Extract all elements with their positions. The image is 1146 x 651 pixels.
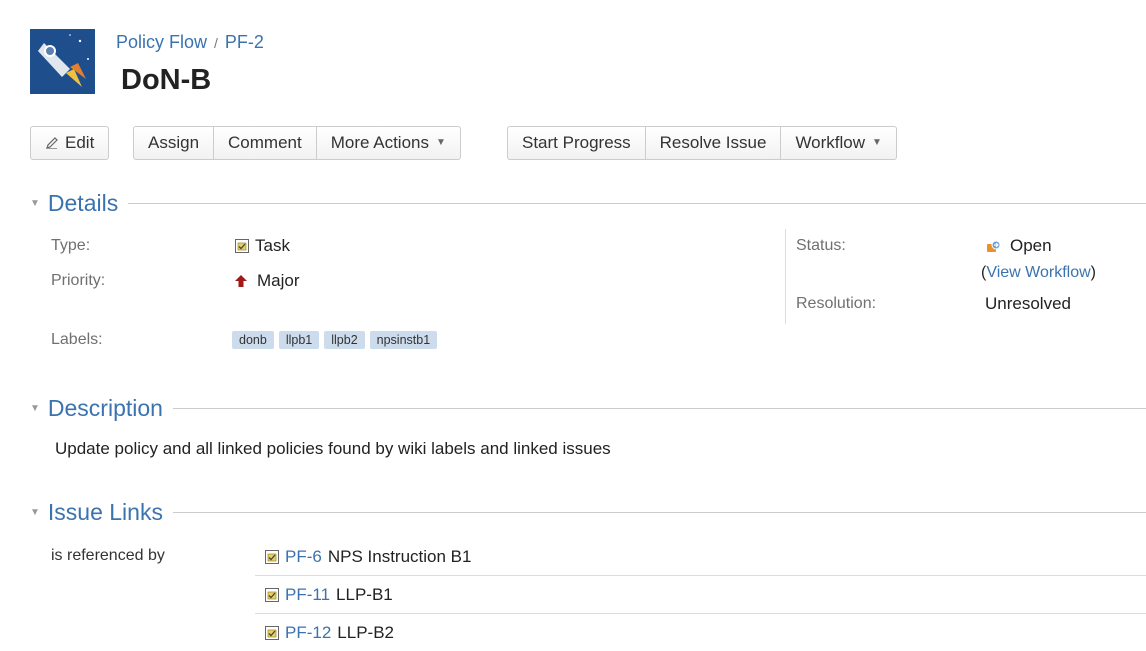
priority-label: Priority: — [51, 272, 106, 289]
resolve-issue-button-label: Resolve Issue — [659, 133, 767, 152]
collapse-triangle-icon[interactable]: ▼ — [30, 507, 40, 518]
resolution-value-text: Unresolved — [985, 294, 1071, 313]
issue-link-summary: NPS Instruction B1 — [327, 546, 472, 566]
task-icon — [265, 549, 279, 564]
section-divider — [172, 511, 1146, 513]
workflow-button[interactable]: Workflow ▼ — [781, 127, 896, 159]
project-avatar[interactable] — [30, 29, 95, 94]
details-section-header[interactable]: ▼ Details — [30, 190, 1146, 216]
chevron-down-icon: ▼ — [435, 137, 446, 148]
label-tag[interactable]: donb — [232, 331, 274, 349]
start-progress-button[interactable]: Start Progress — [508, 127, 646, 159]
task-icon — [265, 625, 279, 640]
type-label: Type: — [51, 237, 91, 254]
status-value-text: Open — [1010, 236, 1052, 255]
edit-button-label: Edit — [65, 133, 95, 152]
details-column-divider — [785, 229, 786, 324]
view-workflow-link[interactable]: View Workflow — [986, 264, 1090, 282]
assign-button-label: Assign — [148, 133, 200, 152]
issue-title: DoN-B — [121, 64, 212, 96]
section-divider — [128, 202, 1146, 204]
labels-list: donb llpb1 llpb2 npsinstb1 — [232, 331, 438, 349]
status-value: Open — [985, 236, 1052, 256]
collapse-triangle-icon[interactable]: ▼ — [30, 198, 40, 209]
issue-link-key[interactable]: PF-6 — [285, 547, 322, 567]
label-tag[interactable]: npsinstb1 — [369, 331, 438, 349]
details-heading: Details — [47, 189, 119, 216]
start-progress-button-label: Start Progress — [522, 133, 631, 152]
issue-link-key[interactable]: PF-12 — [285, 623, 331, 643]
resolution-value: Unresolved — [985, 294, 1071, 314]
issue-link-row: PF-12 LLP-B2 — [255, 614, 1146, 651]
issue-link-key[interactable]: PF-11 — [285, 585, 330, 605]
workflow-button-group: Start Progress Resolve Issue Workflow ▼ — [507, 126, 897, 160]
status-label: Status: — [796, 237, 846, 254]
edit-button[interactable]: Edit — [31, 127, 108, 159]
issue-link-row: PF-11 LLP-B1 — [255, 576, 1146, 614]
breadcrumb-separator: / — [214, 35, 218, 51]
priority-value: Major — [234, 271, 300, 291]
priority-value-text: Major — [257, 271, 300, 290]
breadcrumb-project-link[interactable]: Policy Flow — [116, 32, 207, 52]
status-open-icon — [987, 240, 1001, 252]
issue-links-heading: Issue Links — [47, 498, 163, 525]
label-tag[interactable]: llpb1 — [278, 331, 320, 349]
description-heading: Description — [47, 394, 163, 421]
description-section-header[interactable]: ▼ Description — [30, 395, 1146, 421]
type-value-text: Task — [255, 236, 290, 255]
comment-button[interactable]: Comment — [214, 127, 317, 159]
resolve-issue-button[interactable]: Resolve Issue — [646, 127, 782, 159]
more-actions-button-label: More Actions — [330, 133, 429, 152]
section-divider — [172, 407, 1146, 409]
breadcrumb-issue-link[interactable]: PF-2 — [225, 32, 264, 52]
task-icon — [235, 239, 249, 253]
workflow-button-label: Workflow — [795, 133, 866, 152]
type-value: Task — [234, 236, 290, 256]
edit-button-group: Edit — [30, 126, 110, 160]
chevron-down-icon: ▼ — [872, 137, 882, 148]
issue-links-list: PF-6 NPS Instruction B1 PF-11 LLP-B1 PF-… — [255, 538, 1146, 651]
pencil-icon — [46, 137, 58, 149]
more-actions-button[interactable]: More Actions ▼ — [317, 127, 460, 159]
comment-button-label: Comment — [228, 133, 302, 152]
priority-major-icon — [235, 275, 247, 287]
labels-label: Labels: — [51, 331, 103, 348]
breadcrumb: Policy Flow / PF-2 — [116, 32, 264, 53]
issue-links-section-header[interactable]: ▼ Issue Links — [30, 499, 1146, 525]
rocket-avatar-icon — [30, 29, 95, 94]
resolution-label: Resolution: — [796, 295, 877, 312]
link-relation-label: is referenced by — [51, 547, 165, 564]
action-button-group: Assign Comment More Actions ▼ — [133, 126, 461, 160]
task-icon — [265, 587, 279, 602]
view-workflow-paren-close: ) — [1090, 264, 1096, 281]
label-tag[interactable]: llpb2 — [324, 331, 365, 349]
view-workflow-wrapper: (View Workflow) — [981, 264, 1096, 282]
issue-link-row: PF-6 NPS Instruction B1 — [255, 538, 1146, 576]
description-text: Update policy and all linked policies fo… — [55, 439, 611, 458]
issue-link-summary: LLP-B2 — [337, 622, 394, 642]
assign-button[interactable]: Assign — [134, 127, 215, 159]
collapse-triangle-icon[interactable]: ▼ — [30, 403, 40, 414]
issue-link-summary: LLP-B1 — [336, 584, 393, 604]
